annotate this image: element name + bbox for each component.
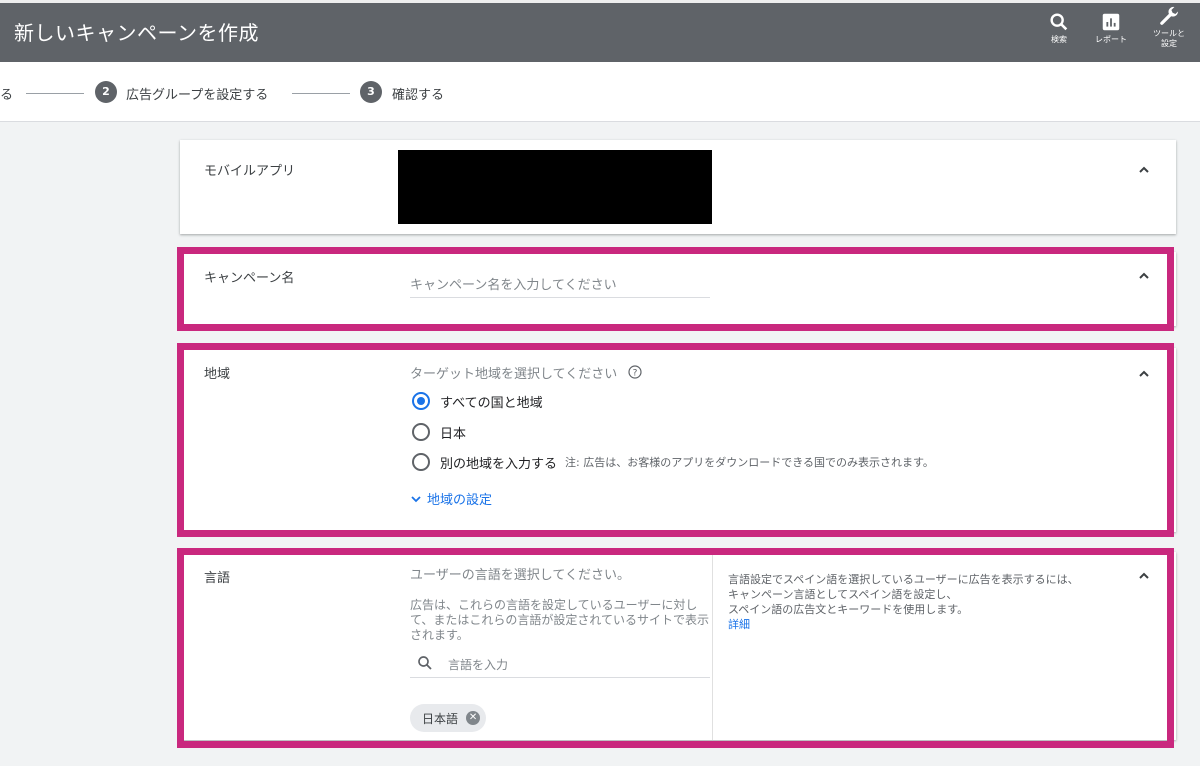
reports-tool-label: レポート [1095,35,1127,44]
chevron-up-icon[interactable] [1136,162,1152,178]
step-3-label[interactable]: 確認する [392,84,444,103]
search-icon [1050,13,1068,31]
step-2-number[interactable]: 2 [95,81,117,103]
page-title: 新しいキャンペーンを作成 [14,21,259,45]
search-tool-label: 検索 [1051,35,1067,44]
reports-tool-button[interactable]: レポート [1086,9,1136,45]
search-tool-button[interactable]: 検索 [1034,9,1084,45]
redacted-block [398,150,712,224]
tools-settings-label-line1: ツールと [1153,29,1185,38]
tools-settings-button[interactable]: ツールと 設定 [1144,3,1194,49]
highlight-frame [177,343,1174,537]
highlight-frame [177,548,1174,748]
step-2-label[interactable]: 広告グループを設定する [126,84,268,103]
tools-settings-label-line2: 設定 [1161,39,1177,48]
step-1-label[interactable]: る [0,84,13,103]
wrench-icon [1160,6,1179,25]
step-3-number[interactable]: 3 [360,81,382,103]
report-icon [1102,13,1120,31]
app-bar: 新しいキャンペーンを作成 検索 レポート ツールと 設定 [0,0,1200,62]
mobile-app-section: モバイルアプリ [180,140,1176,234]
highlight-frame [177,247,1174,331]
step-connector [292,93,350,94]
campaign-stepper: る 2 広告グループを設定する 3 確認する [0,62,1200,122]
step-connector [26,93,84,94]
mobile-app-label: モバイルアプリ [204,164,296,179]
